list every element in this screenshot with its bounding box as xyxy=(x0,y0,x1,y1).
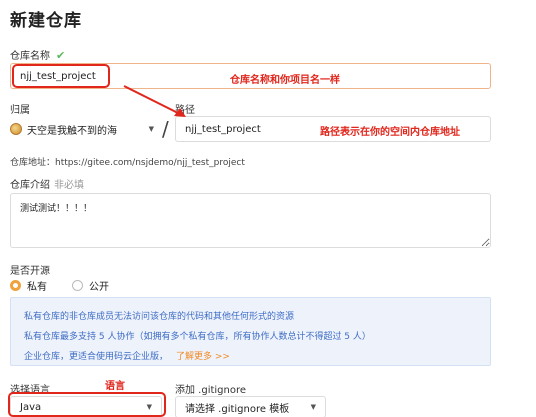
repo-address: 仓库地址：https://gitee.com/nsjdemo/njj_test_… xyxy=(10,158,245,168)
private-notice: 私有仓库的非仓库成员无法访问该仓库的代码和其他任何形式的资源 私有仓库最多支持 … xyxy=(10,297,491,366)
path-separator: / xyxy=(162,117,169,141)
path-label: 路径 xyxy=(175,105,195,116)
radio-public-label: 公开 xyxy=(89,282,109,293)
chevron-down-icon: ▼ xyxy=(148,125,154,133)
radio-unchecked-icon xyxy=(72,280,83,291)
radio-private-label: 私有 xyxy=(27,282,47,293)
description-label: 仓库介绍 非必填 xyxy=(10,176,84,191)
repo-name-label: 仓库名称 ✔ xyxy=(10,47,65,62)
language-annotation: 语言 xyxy=(105,381,125,392)
description-hint: 非必填 xyxy=(54,180,84,191)
description-textarea[interactable]: 测试测试！！！！ xyxy=(10,193,491,248)
notice-line-1: 私有仓库的非仓库成员无法访问该仓库的代码和其他任何形式的资源 xyxy=(24,312,295,322)
radio-checked-icon xyxy=(10,280,21,291)
learn-more-link[interactable]: 了解更多 >> xyxy=(176,352,230,362)
notice-line-2: 私有仓库最多支持 5 人协作（如拥有多个私有仓库，所有协作人数总计不得超过 5 … xyxy=(24,332,371,342)
path-value: njj_test_project xyxy=(185,123,261,135)
repo-name-annotation: 仓库名称和你项目名一样 xyxy=(230,75,340,86)
gitignore-value: 请选择 .gitignore 模板 xyxy=(185,403,290,415)
radio-private[interactable]: 私有 xyxy=(10,278,47,293)
language-highlight xyxy=(8,392,166,417)
repo-name-highlight xyxy=(12,64,110,88)
owner-select[interactable]: 天空是我触不到的海 ▼ xyxy=(10,117,158,141)
avatar xyxy=(10,123,22,135)
owner-value: 天空是我触不到的海 xyxy=(27,125,117,137)
description-label-text: 仓库介绍 xyxy=(10,180,50,191)
gitignore-select[interactable]: 请选择 .gitignore 模板 ▼ xyxy=(175,396,326,417)
repo-name-label-text: 仓库名称 xyxy=(10,51,50,62)
owner-label: 归属 xyxy=(10,105,30,116)
radio-public[interactable]: 公开 xyxy=(72,278,109,293)
path-annotation: 路径表示在你的空间内仓库地址 xyxy=(320,127,460,138)
notice-line-3: 企业仓库，更适合使用码云企业版， 了解更多 >> xyxy=(24,349,230,362)
chevron-down-icon: ▼ xyxy=(310,403,316,411)
notice-line-3-text: 企业仓库，更适合使用码云企业版， xyxy=(24,352,169,362)
check-icon: ✔ xyxy=(56,49,66,62)
page-title: 新建仓库 xyxy=(10,11,82,31)
gitignore-label: 添加 .gitignore xyxy=(175,385,247,396)
visibility-label: 是否开源 xyxy=(10,266,50,277)
